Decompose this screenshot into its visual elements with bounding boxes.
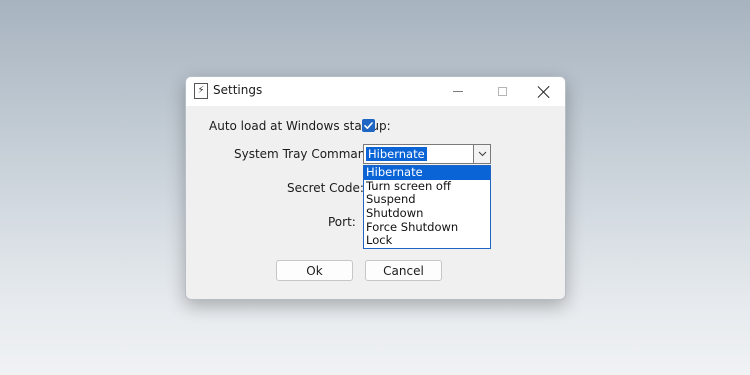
close-icon bbox=[538, 86, 550, 98]
app-icon: ⚡ bbox=[194, 83, 208, 99]
ok-button[interactable]: Ok bbox=[276, 260, 353, 281]
tray-command-value: Hibernate bbox=[366, 147, 427, 161]
maximize-button[interactable] bbox=[481, 77, 523, 106]
window-title: Settings bbox=[213, 83, 263, 97]
dropdown-option[interactable]: Suspend bbox=[364, 193, 490, 207]
minimize-button[interactable] bbox=[437, 77, 479, 106]
checkmark-icon bbox=[364, 122, 373, 129]
settings-window: ⚡ Settings Auto load at Windows startup:… bbox=[185, 76, 566, 300]
minimize-icon bbox=[453, 91, 463, 92]
tray-command-select[interactable]: Hibernate bbox=[363, 144, 491, 164]
dropdown-option[interactable]: Turn screen off bbox=[364, 179, 490, 194]
chevron-down-icon bbox=[478, 151, 486, 157]
auto-load-checkbox[interactable] bbox=[362, 119, 375, 132]
maximize-icon bbox=[497, 87, 507, 96]
tray-command-dropdown-list[interactable]: Hibernate Turn screen off Suspend Shutdo… bbox=[363, 165, 491, 249]
close-button[interactable] bbox=[523, 77, 565, 106]
cancel-button[interactable]: Cancel bbox=[365, 260, 442, 281]
tray-command-label: System Tray Command: bbox=[234, 147, 378, 161]
title-bar[interactable]: ⚡ Settings bbox=[186, 77, 565, 106]
dropdown-option[interactable]: Shutdown bbox=[364, 206, 490, 221]
dropdown-option[interactable]: Hibernate bbox=[364, 165, 490, 180]
dropdown-arrow-button[interactable] bbox=[473, 145, 490, 163]
secret-code-label: Secret Code: bbox=[287, 181, 364, 195]
dropdown-option[interactable]: Force Shutdown bbox=[364, 220, 490, 235]
port-label: Port: bbox=[328, 215, 356, 229]
dropdown-option[interactable]: Lock bbox=[364, 234, 490, 248]
